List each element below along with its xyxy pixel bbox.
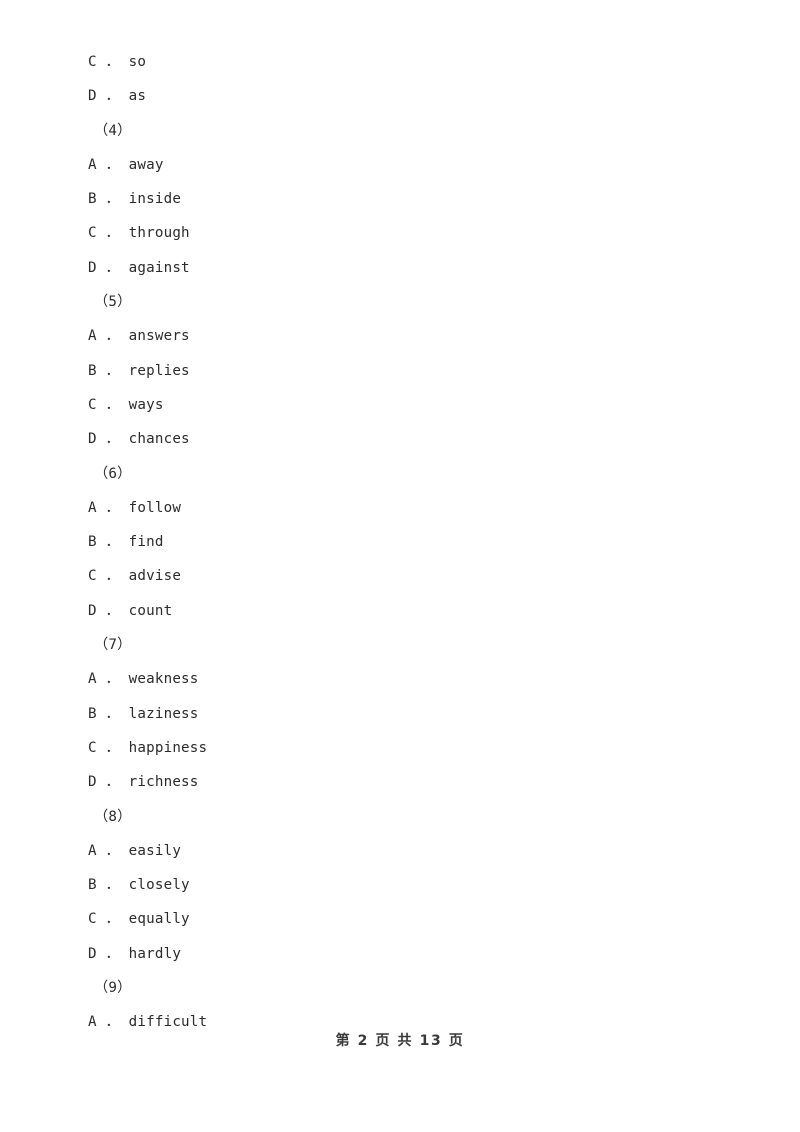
page-footer: 第 2 页 共 13 页 <box>335 1033 465 1049</box>
answer-option: D ． hardly <box>88 945 182 962</box>
question-list: C ． so D ． as （4） A ． away B ． inside C ． thr… <box>88 0 708 1040</box>
question-number: （5） <box>94 294 132 311</box>
answer-option: A ． easily <box>88 842 182 859</box>
answer-option: D ． as <box>88 88 147 105</box>
answer-option: B ． closely <box>88 877 190 894</box>
answer-option: B ． laziness <box>88 705 199 722</box>
answer-option: A ． follow <box>88 499 182 516</box>
answer-option: D ． against <box>88 259 190 276</box>
answer-option: C ． through <box>88 225 190 242</box>
answer-option: B ． replies <box>88 362 190 379</box>
answer-option: A ． weakness <box>88 671 199 688</box>
answer-option: C ． so <box>88 54 147 70</box>
answer-option: D ． chances <box>88 431 190 448</box>
document-page: C ． so D ． as （4） A ． away B ． inside C ． thr… <box>0 0 800 1132</box>
question-number: （8） <box>94 808 132 825</box>
question-number: （6） <box>94 465 132 482</box>
answer-option: A ． away <box>88 156 164 173</box>
question-number: （4） <box>94 122 132 139</box>
answer-option: A ． answers <box>88 328 190 345</box>
answer-option: C ． happiness <box>88 739 208 756</box>
answer-option: B ． find <box>88 534 164 551</box>
question-number: （7） <box>94 637 132 654</box>
question-number: （9） <box>94 980 132 997</box>
answer-option: D ． count <box>88 602 173 619</box>
answer-option: C ． equally <box>88 911 190 928</box>
answer-option: C ． ways <box>88 396 164 413</box>
answer-option: B ． inside <box>88 191 182 208</box>
answer-option: C ． advise <box>88 568 182 585</box>
answer-option: D ． richness <box>88 774 199 791</box>
